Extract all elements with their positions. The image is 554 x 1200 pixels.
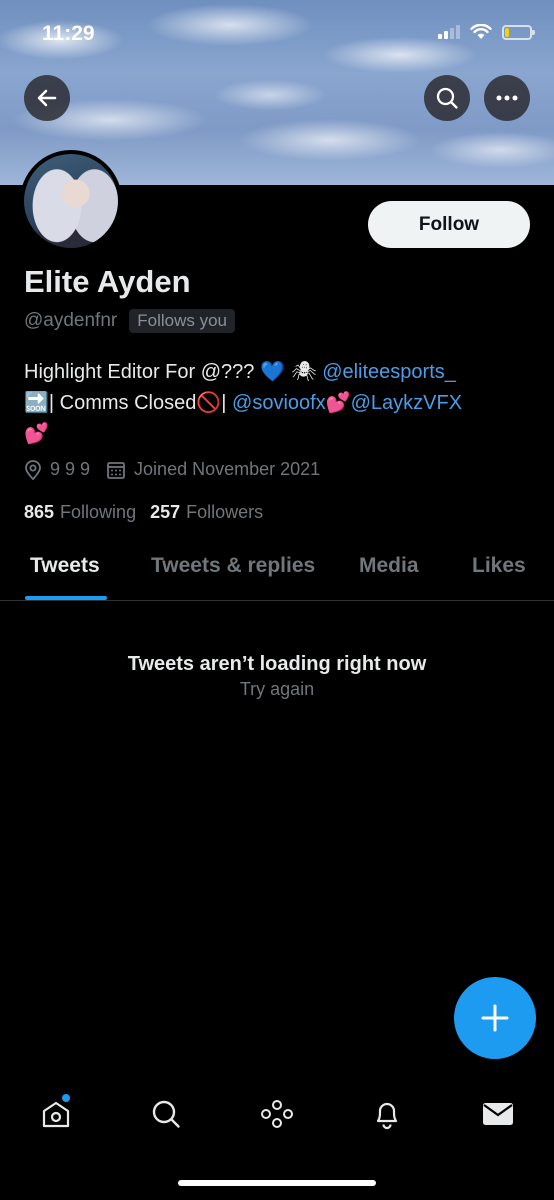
- follow-stats: 865 Following 257 Followers: [24, 502, 277, 523]
- bio-text: | Comms Closed: [48, 392, 197, 414]
- nav-search[interactable]: [146, 1094, 186, 1134]
- joined-date: Joined November 2021: [106, 459, 320, 480]
- followers-stat[interactable]: 257 Followers: [150, 502, 263, 523]
- bio-emoji: 💙 🕷: [259, 359, 317, 383]
- cellular-signal-icon: [438, 25, 460, 39]
- profile-tabs: Tweets Tweets & replies Media Likes: [0, 540, 554, 601]
- battery-fill: [505, 27, 509, 37]
- bio-line-3: 💕: [24, 418, 524, 449]
- tab-media[interactable]: Media: [359, 554, 419, 578]
- nav-notifications[interactable]: [367, 1094, 407, 1134]
- active-tab-indicator: [25, 596, 107, 600]
- status-icons: [438, 24, 535, 40]
- home-icon: [42, 1101, 70, 1128]
- more-button[interactable]: [484, 75, 530, 121]
- following-count: 865: [24, 502, 55, 522]
- hearts-emoji: 💕: [24, 421, 49, 445]
- bio-line-1: Highlight Editor For @??? 💙 🕷 @eliteespo…: [24, 356, 524, 387]
- hearts-emoji: 💕: [325, 390, 351, 414]
- search-icon: [152, 1100, 180, 1128]
- wifi-icon: [470, 24, 492, 39]
- notification-dot: [62, 1094, 70, 1102]
- spaces-icon: [261, 1100, 293, 1128]
- soon-arrow-emoji: 🔜: [24, 390, 49, 414]
- location: 9 9 9: [24, 459, 90, 480]
- nav-spaces[interactable]: [257, 1094, 297, 1134]
- home-indicator: [178, 1180, 376, 1186]
- no-entry-emoji: 🚫: [196, 390, 222, 414]
- following-label: Following: [60, 502, 137, 522]
- notifications-bell-icon: [376, 1102, 398, 1130]
- compose-tweet-button[interactable]: [454, 977, 536, 1059]
- search-icon: [436, 87, 458, 109]
- mention-link[interactable]: @eliteesports_: [322, 361, 456, 383]
- tab-likes[interactable]: Likes: [472, 554, 526, 578]
- try-again-link[interactable]: Try again: [0, 679, 554, 700]
- display-name: Elite Ayden: [24, 264, 191, 299]
- bio-line-2: 🔜| Comms Closed🚫| @sovioofx💕@LaykzVFX: [24, 387, 524, 418]
- location-text: 9 9 9: [50, 459, 91, 479]
- nav-messages[interactable]: [478, 1094, 518, 1134]
- bio-separator: |: [221, 392, 233, 414]
- plus-icon: [481, 1004, 509, 1032]
- avatar[interactable]: [20, 150, 122, 252]
- battery-low-icon: [502, 24, 535, 40]
- mention-link[interactable]: @sovioofx: [232, 392, 326, 414]
- profile-meta: 9 9 9 Joined November 2021: [24, 459, 336, 480]
- joined-text: Joined November 2021: [134, 459, 321, 479]
- back-button[interactable]: [24, 75, 70, 121]
- tab-tweets-replies[interactable]: Tweets & replies: [151, 554, 315, 578]
- status-bar: 11:29: [0, 0, 554, 60]
- handle: @aydenfnr: [24, 310, 118, 331]
- search-button[interactable]: [424, 75, 470, 121]
- tab-tweets[interactable]: Tweets: [30, 554, 100, 578]
- more-icon: [496, 95, 518, 101]
- calendar-icon: [107, 461, 125, 479]
- bio: Highlight Editor For @??? 💙 🕷 @eliteespo…: [24, 356, 524, 449]
- follow-button[interactable]: Follow: [368, 201, 530, 248]
- back-arrow-icon: [37, 89, 57, 107]
- handle-row: @aydenfnr Follows you: [24, 309, 235, 333]
- messages-envelope-icon: [483, 1103, 513, 1125]
- bottom-nav: [0, 1080, 554, 1150]
- status-time: 11:29: [42, 22, 95, 45]
- empty-state-title: Tweets aren’t loading right now: [127, 653, 427, 675]
- followers-count: 257: [150, 502, 181, 522]
- following-stat[interactable]: 865 Following: [24, 502, 136, 523]
- followers-label: Followers: [186, 502, 264, 522]
- bio-text: Highlight Editor For @???: [24, 361, 260, 383]
- location-pin-icon: [25, 459, 41, 480]
- mention-link[interactable]: @LaykzVFX: [351, 392, 462, 414]
- nav-home[interactable]: [36, 1094, 76, 1134]
- follows-you-badge: Follows you: [129, 309, 235, 333]
